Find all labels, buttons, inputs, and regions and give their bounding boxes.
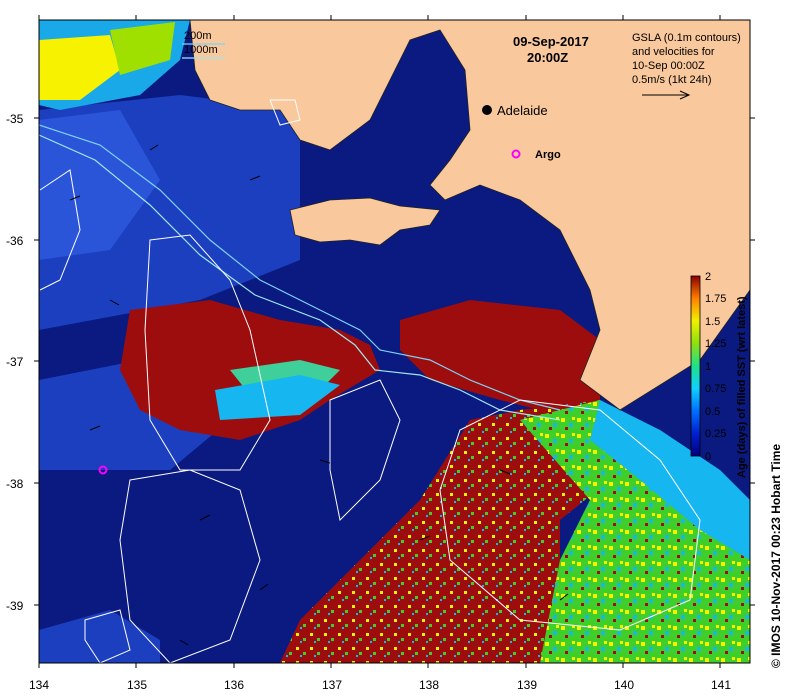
argo-label: Argo: [535, 149, 561, 161]
colorbar-tick: 1: [705, 361, 711, 373]
gsla-note-line3: 10-Sep 00:00Z: [632, 60, 705, 72]
x-tick-label: 141: [711, 678, 731, 692]
colorbar-tick: 1.25: [705, 338, 726, 350]
map-time: 20:00Z: [527, 50, 568, 65]
map-date: 09-Sep-2017: [513, 34, 589, 49]
x-tick-label: 137: [322, 678, 342, 692]
sst-map-figure: Adelaide Argo 09-Sep-2017 20:00Z 200m 10…: [6, 15, 783, 692]
colorbar: [690, 275, 701, 457]
colorbar-title: Age (days) of filled SST (wrt latest): [736, 296, 748, 478]
gsla-note-line1: GSLA (0.1m contours): [632, 32, 741, 44]
isobath-200-label: 200m: [184, 30, 212, 42]
colorbar-tick: 0.5: [705, 406, 720, 418]
colorbar-tick: 1.75: [705, 293, 726, 305]
x-tick-label: 139: [517, 678, 537, 692]
adelaide-label: Adelaide: [497, 103, 548, 118]
isobath-1000-label: 1000m: [184, 44, 218, 56]
colorbar-tick: 0.75: [705, 383, 726, 395]
x-tick-label: 135: [127, 678, 147, 692]
gsla-note-line2: and velocities for: [632, 46, 715, 58]
y-tick-label: -38: [6, 477, 24, 491]
adelaide-marker: [482, 105, 492, 115]
x-tick-label: 136: [224, 678, 244, 692]
imos-credit: © IMOS 10-Nov-2017 00:23 Hobart Time: [769, 444, 783, 668]
colorbar-tick: 0: [705, 451, 711, 463]
gsla-note-line4: 0.5m/s (1kt 24h): [632, 74, 711, 86]
colorbar-tick: 2: [705, 271, 711, 283]
y-tick-label: -35: [6, 112, 24, 126]
x-tick-label: 134: [29, 678, 49, 692]
y-tick-label: -37: [6, 355, 24, 369]
colorbar-tick: 1.5: [705, 316, 720, 328]
y-tick-label: -36: [6, 234, 24, 248]
y-tick-label: -39: [6, 599, 24, 613]
colorbar-tick: 0.25: [705, 428, 726, 440]
x-tick-label: 138: [419, 678, 439, 692]
x-tick-label: 140: [614, 678, 634, 692]
sst-map: [39, 20, 750, 663]
